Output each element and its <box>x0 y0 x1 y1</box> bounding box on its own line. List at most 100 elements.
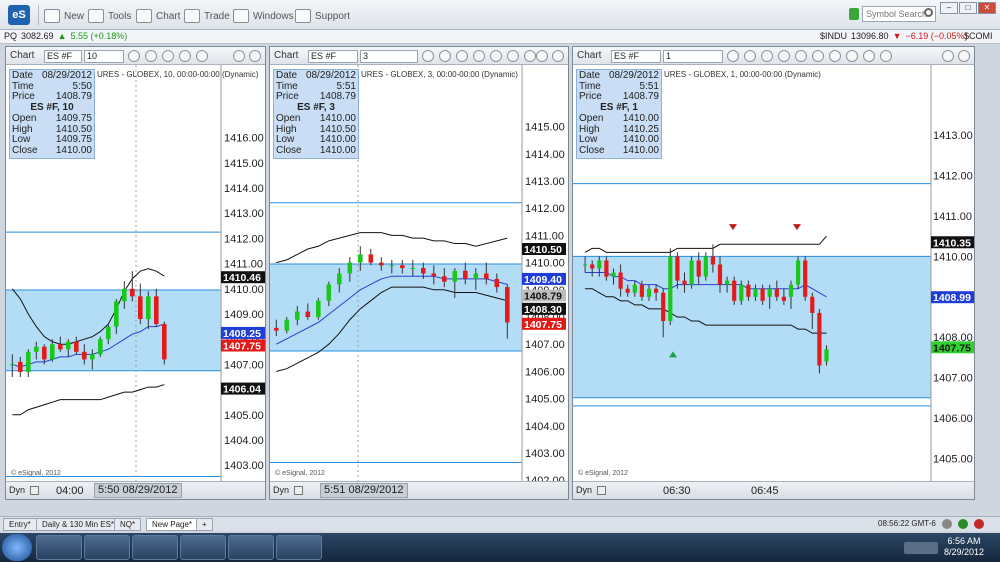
cursor-icon[interactable] <box>196 50 208 62</box>
pane-minimize-icon[interactable] <box>233 50 245 62</box>
chart-icon <box>136 9 152 23</box>
trade-button[interactable]: Trade <box>184 8 230 24</box>
interval-select-1[interactable]: 3 <box>360 50 418 63</box>
footer-settings-icon[interactable] <box>30 486 39 495</box>
ticker-indu-symbol: $INDU <box>820 31 848 41</box>
data-window-1: Date 08/29/2012 Time 5:51 Price 1408.79 ES #F,… <box>273 69 359 159</box>
connected-icon <box>958 519 968 529</box>
play-icon[interactable] <box>846 50 858 62</box>
ie-icon[interactable] <box>36 535 82 560</box>
chart-legend-1: URES - GLOBEX, 3, 00:00-00:00 (Dynamic) <box>361 70 518 79</box>
replay-icon[interactable] <box>524 50 536 62</box>
ticker-right-symbol: $COMI <box>964 31 993 41</box>
footer-settings-icon[interactable] <box>597 486 606 495</box>
tab-daily-130[interactable]: Daily & 130 Min ES* <box>36 518 121 531</box>
dyn-button-1[interactable]: Dyn <box>273 485 289 495</box>
pane-close-icon[interactable] <box>958 50 970 62</box>
pencil-icon[interactable] <box>456 50 468 62</box>
search-icon[interactable] <box>924 8 933 17</box>
info-open-label: Open <box>579 112 604 124</box>
clock-icon[interactable] <box>422 50 434 62</box>
pencil-icon[interactable] <box>162 50 174 62</box>
app-icon[interactable]: eS <box>8 5 30 25</box>
network-icon[interactable] <box>180 535 226 560</box>
support-button[interactable]: Support <box>295 8 350 24</box>
y-tick-label: 1412.00 <box>933 171 973 183</box>
record-app-icon[interactable] <box>276 535 322 560</box>
range-band <box>6 290 221 371</box>
ticker-item-right[interactable]: $COMI <box>964 31 993 41</box>
pane-minimize-icon[interactable] <box>536 50 548 62</box>
alert-icon[interactable] <box>974 519 984 529</box>
info-open-value: 1409.75 <box>55 112 92 124</box>
symbol-input-1[interactable]: ES #F <box>308 50 358 63</box>
symbol-input-0[interactable]: ES #F <box>44 50 82 63</box>
start-button[interactable] <box>2 534 32 561</box>
media-player-icon[interactable] <box>132 535 178 560</box>
lock-icon[interactable] <box>439 50 451 62</box>
price-tag-label: 1407.75 <box>524 319 562 331</box>
candle <box>796 256 801 289</box>
esignal-taskbar-icon[interactable] <box>228 535 274 560</box>
dyn-button-0[interactable]: Dyn <box>9 485 25 495</box>
info-price-label: Price <box>579 91 602 103</box>
y-tick-label: 1412.00 <box>525 203 565 215</box>
close-button[interactable]: ✕ <box>978 2 996 14</box>
dyn-button-2[interactable]: Dyn <box>576 485 592 495</box>
pencil-icon[interactable] <box>761 50 773 62</box>
price-tag-label: 1408.30 <box>524 304 562 316</box>
y-tick-label: 1411.00 <box>224 259 263 271</box>
tools-button[interactable]: Tools <box>88 8 131 24</box>
zoom-icon[interactable] <box>863 50 875 62</box>
symbol-input-2[interactable]: ES #F <box>611 50 661 63</box>
info-close-value: 1410.00 <box>622 144 659 156</box>
down-arrow-icon: ▼ <box>892 31 902 41</box>
tab-new-page[interactable]: New Page* <box>146 518 199 531</box>
info-row-close: Close 1410.00 <box>579 144 659 157</box>
price-tag-label: 1407.75 <box>933 342 971 354</box>
ticker-item-left[interactable]: PQ 3082.69 ▲ 5.55 (+0.18%) <box>4 31 127 41</box>
chart-footer-0: Dyn 04:00 5:50 08/29/2012 <box>6 481 265 499</box>
tray-icons[interactable] <box>904 542 938 554</box>
chart-button[interactable]: Chart <box>136 8 180 24</box>
y-tick-label: 1407.00 <box>933 373 973 385</box>
interval-select-2[interactable]: 1 <box>663 50 723 63</box>
lock-icon[interactable] <box>744 50 756 62</box>
y-tick-label: 1411.00 <box>525 230 564 242</box>
lock-icon[interactable] <box>145 50 157 62</box>
line-tool-icon[interactable] <box>778 50 790 62</box>
chart-window-10min[interactable]: Chart ES #F 10 1416.00 1415.00 1414.00 1413.00… <box>5 46 266 500</box>
clock-icon[interactable] <box>128 50 140 62</box>
tab-entry[interactable]: Entry* <box>3 518 37 531</box>
line-tool-icon[interactable] <box>179 50 191 62</box>
y-tick-label: 1415.00 <box>224 158 264 170</box>
text-tool-icon[interactable] <box>812 50 824 62</box>
windows-button[interactable]: Windows <box>233 8 294 24</box>
add-tab-button[interactable]: + <box>196 518 213 531</box>
minimize-button[interactable]: – <box>940 2 958 14</box>
cursor-icon[interactable] <box>490 50 502 62</box>
maximize-button[interactable]: □ <box>959 2 977 14</box>
info-open-value: 1410.00 <box>319 112 356 124</box>
line-tool-icon[interactable] <box>473 50 485 62</box>
footer-settings-icon[interactable] <box>294 486 303 495</box>
chart-header-2: Chart ES #F 1 <box>573 47 974 65</box>
y-tick-label: 1410.00 <box>224 284 264 296</box>
ticker-item-indu[interactable]: $INDU 13096.80 ▼ −6.19 (−0.05%) <box>820 31 968 41</box>
pane-minimize-icon[interactable] <box>942 50 954 62</box>
interval-select-0[interactable]: 10 <box>84 50 124 63</box>
new-button[interactable]: New <box>44 8 84 24</box>
link-icon[interactable] <box>880 50 892 62</box>
pane-close-icon[interactable] <box>249 50 261 62</box>
chart-window-1min[interactable]: Chart ES #F 1 1413.00 1412.00 1411.00 1410.00 1… <box>572 46 975 500</box>
pane-close-icon[interactable] <box>552 50 564 62</box>
text-tool-icon[interactable] <box>507 50 519 62</box>
taskbar-clock[interactable]: 6:56 AM 8/29/2012 <box>944 536 984 558</box>
folder-icon[interactable] <box>84 535 130 560</box>
cursor-icon[interactable] <box>795 50 807 62</box>
chart-window-3min[interactable]: Chart ES #F 3 1415.00 1414.00 1413.00 1412.00 1… <box>269 46 569 500</box>
esignal-credit-1: © eSignal, 2012 <box>275 470 325 477</box>
tab-nq[interactable]: NQ* <box>114 518 142 531</box>
clock-icon[interactable] <box>727 50 739 62</box>
replay-icon[interactable] <box>829 50 841 62</box>
